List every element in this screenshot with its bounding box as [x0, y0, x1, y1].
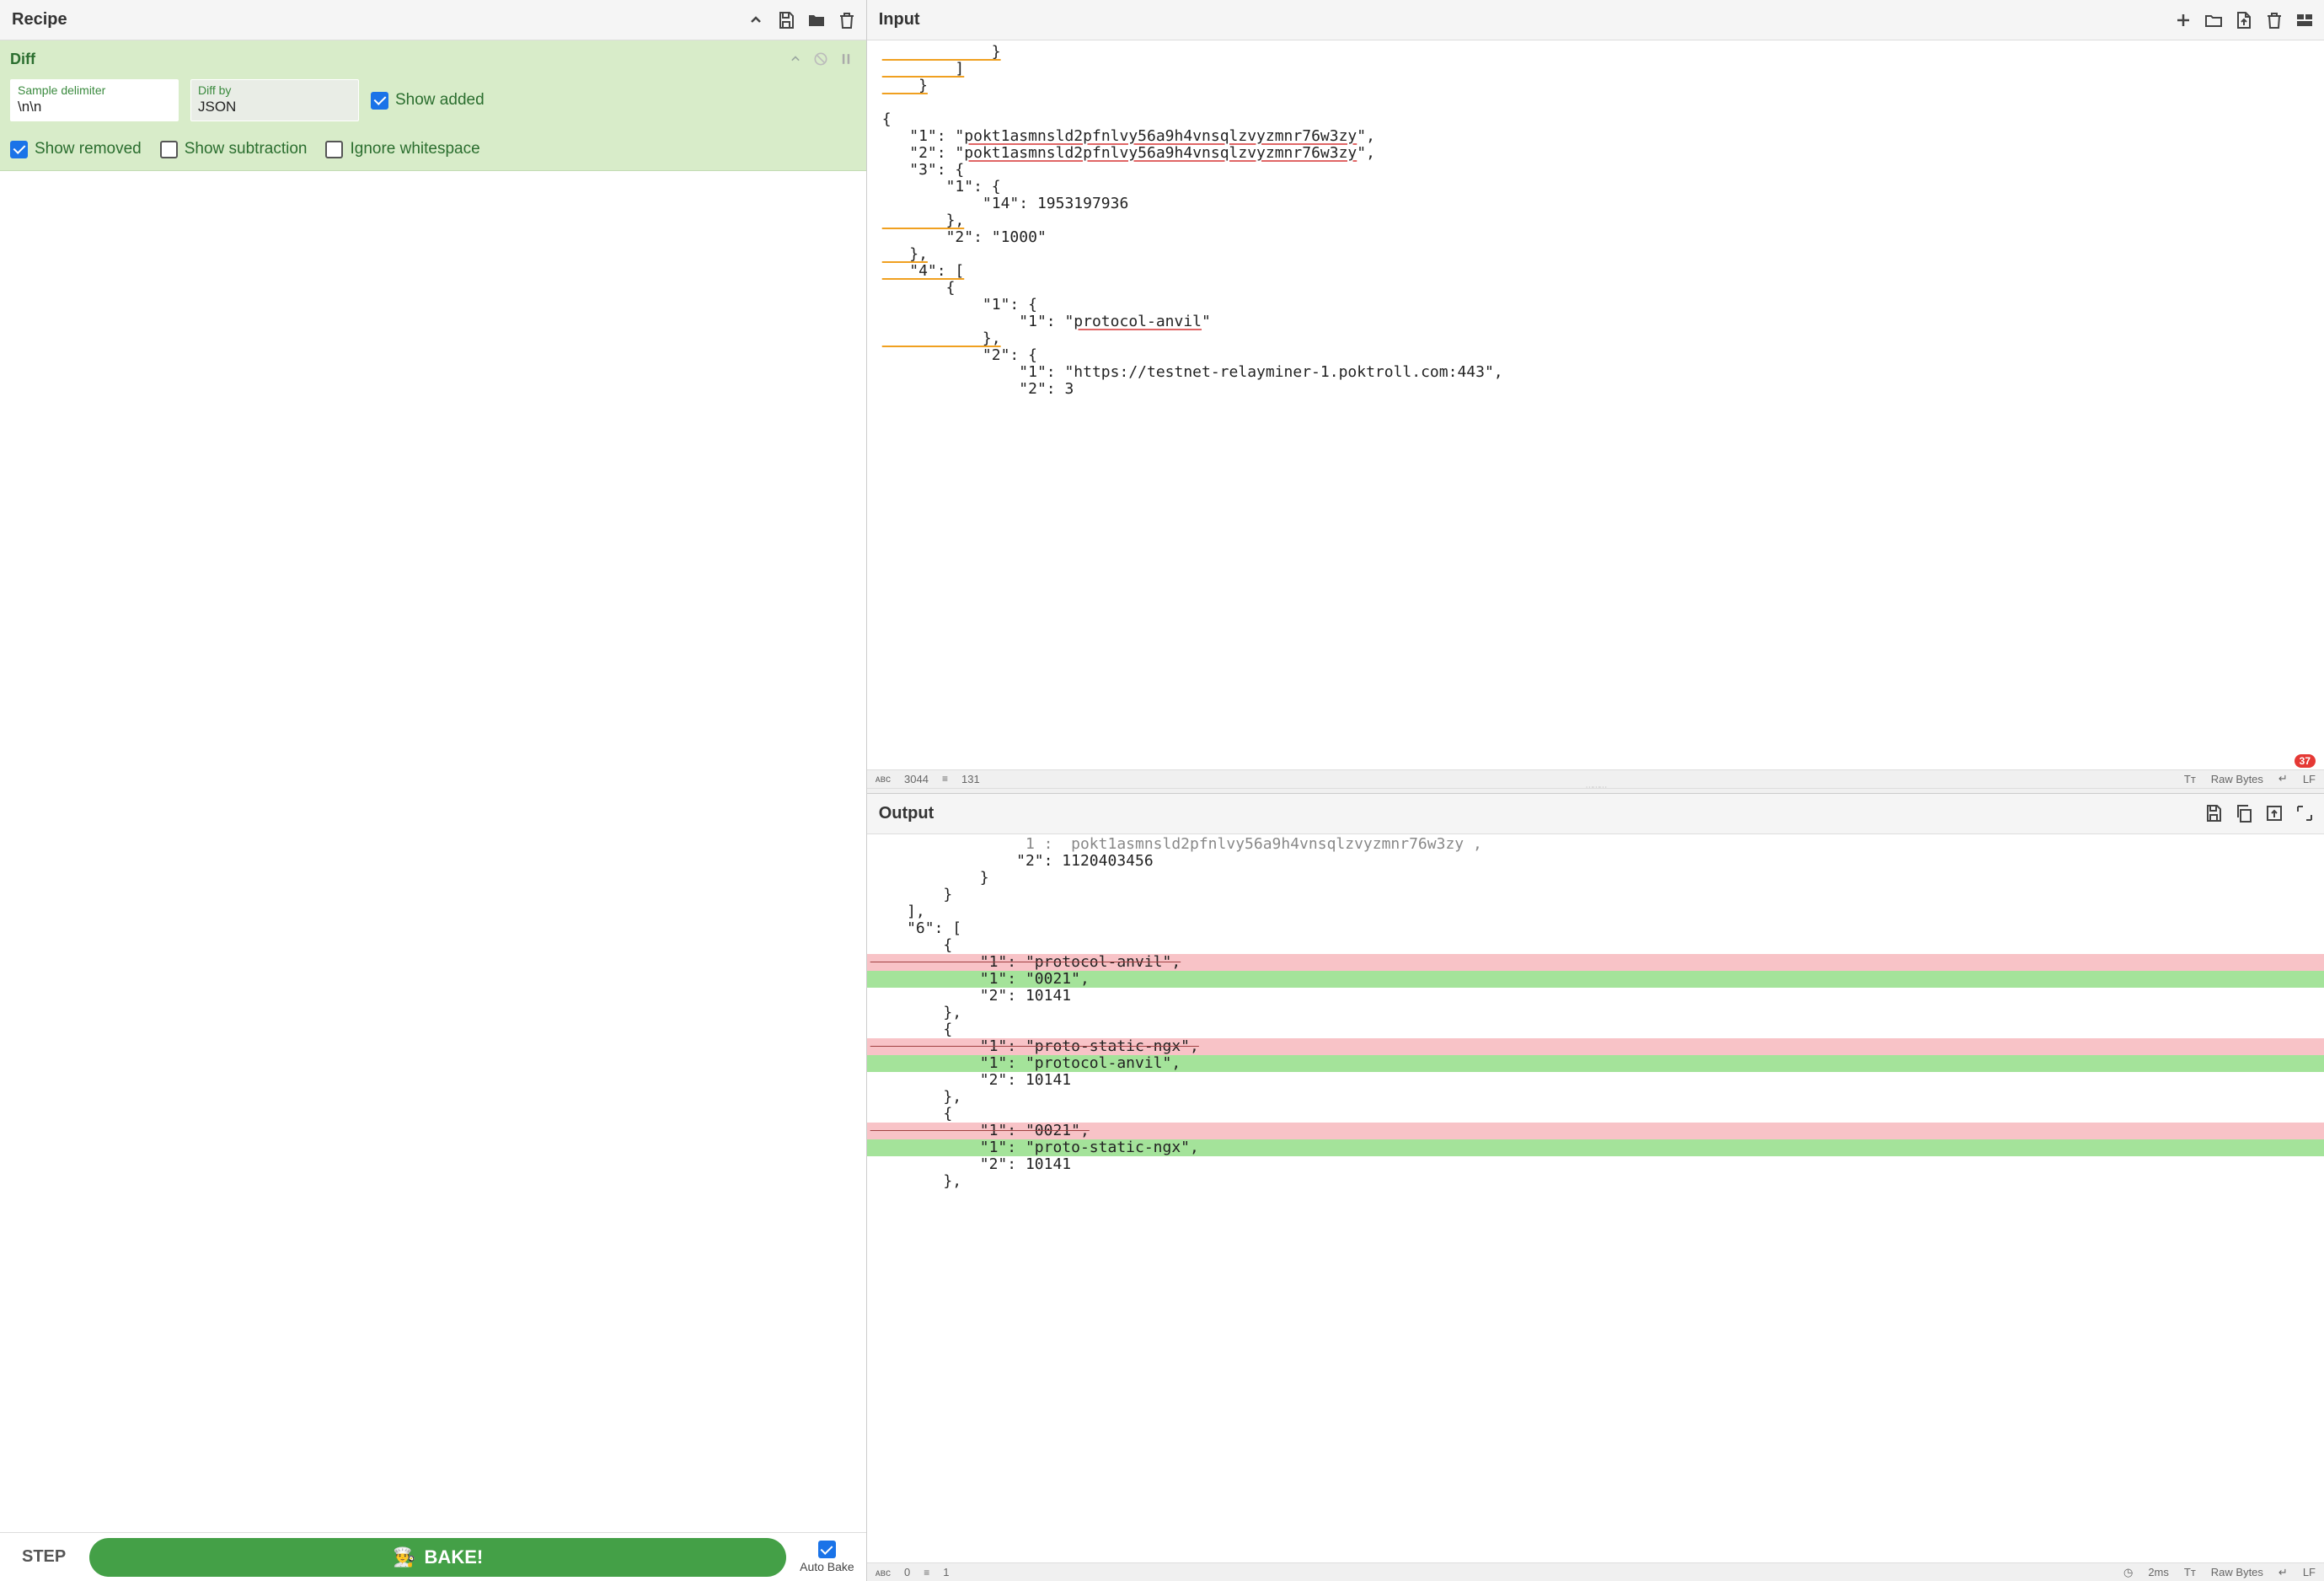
output-status-bar: ᴀʙᴄ 0 ≡ 1 ◷ 2ms Tᴛ Raw Bytes ↵ LF — [867, 1562, 2324, 1581]
add-input-tab-icon[interactable] — [2172, 9, 2194, 31]
input-section: Input } ] } { "1": "pokt1asmnsld2pfnlvy5… — [867, 0, 2324, 788]
bake-bar: STEP 👨‍🍳 BAKE! Auto Bake — [0, 1532, 866, 1581]
field-value: JSON — [198, 99, 351, 115]
auto-bake-toggle[interactable]: Auto Bake — [800, 1541, 854, 1573]
show-added-checkbox[interactable]: Show added — [371, 91, 485, 110]
output-header: Output — [867, 794, 2324, 834]
layout-icon[interactable] — [2294, 9, 2316, 31]
io-panel: Input } ] } { "1": "pokt1asmnsld2pfnlvy5… — [867, 0, 2324, 1581]
open-folder-icon[interactable] — [2203, 9, 2225, 31]
open-file-icon[interactable] — [2233, 9, 2255, 31]
folder-icon[interactable] — [806, 9, 827, 31]
input-editor[interactable]: } ] } { "1": "pokt1asmnsld2pfnlvy56a9h4v… — [867, 40, 2324, 769]
show-subtraction-checkbox[interactable]: Show subtraction — [160, 140, 308, 158]
clock-icon: ◷ — [2123, 1566, 2133, 1579]
sample-delimiter-field[interactable]: Sample delimiter \n\n — [10, 79, 179, 121]
collapse-recipe-icon[interactable] — [745, 9, 767, 31]
input-eol[interactable]: LF — [2303, 773, 2316, 785]
op-collapse-icon[interactable] — [785, 49, 806, 69]
op-pause-icon[interactable] — [836, 49, 856, 69]
lines-icon: ≡ — [924, 1567, 929, 1578]
return-icon: ↵ — [2278, 772, 2288, 785]
output-encoding[interactable]: Raw Bytes — [2211, 1566, 2263, 1578]
input-title: Input — [879, 10, 2172, 29]
trash-recipe-icon[interactable] — [836, 9, 858, 31]
save-output-icon[interactable] — [2203, 802, 2225, 824]
field-value: \n\n — [18, 99, 171, 115]
copy-output-icon[interactable] — [2233, 802, 2255, 824]
io-splitter[interactable] — [867, 788, 2324, 793]
recipe-header: Recipe — [0, 0, 866, 40]
output-time: 2ms — [2148, 1566, 2169, 1578]
input-line-count: 131 — [961, 773, 980, 785]
recipe-panel: Recipe Diff Sample delimiter \n\n Diff b… — [0, 0, 867, 1581]
chars-icon: ᴀʙᴄ — [876, 1567, 891, 1578]
chef-icon: 👨‍🍳 — [393, 1546, 415, 1568]
chars-icon: ᴀʙᴄ — [876, 773, 891, 785]
operation-diff[interactable]: Diff Sample delimiter \n\n Diff by JSON … — [0, 40, 866, 171]
output-line-count: 1 — [943, 1566, 949, 1578]
diff-by-field[interactable]: Diff by JSON — [190, 79, 359, 121]
trash-input-icon[interactable] — [2263, 9, 2285, 31]
recipe-title: Recipe — [12, 10, 745, 29]
input-header: Input — [867, 0, 2324, 40]
step-button[interactable]: STEP — [12, 1541, 76, 1573]
input-error-badge[interactable]: 37 — [2295, 754, 2316, 768]
case-icon[interactable]: Tᴛ — [2184, 773, 2196, 785]
input-char-count: 3044 — [904, 773, 929, 785]
output-char-count: 0 — [904, 1566, 910, 1578]
move-to-input-icon[interactable] — [2263, 802, 2285, 824]
op-disable-icon[interactable] — [811, 49, 831, 69]
output-eol[interactable]: LF — [2303, 1566, 2316, 1578]
field-label: Diff by — [198, 83, 351, 97]
output-title: Output — [879, 804, 2203, 823]
recipe-drop-area[interactable] — [0, 171, 866, 1532]
return-icon: ↵ — [2278, 1566, 2288, 1579]
show-removed-checkbox[interactable]: Show removed — [10, 140, 142, 158]
operation-title: Diff — [10, 51, 780, 68]
save-recipe-icon[interactable] — [775, 9, 797, 31]
output-viewer[interactable]: 1 : pokt1asmnsld2pfnlvy56a9h4vnsqlzvyzmn… — [867, 834, 2324, 1563]
output-section: Output 1 : pokt1asmnsld2pfnlvy56a9h4vnsq… — [867, 793, 2324, 1581]
input-encoding[interactable]: Raw Bytes — [2211, 773, 2263, 785]
ignore-whitespace-checkbox[interactable]: Ignore whitespace — [325, 140, 479, 158]
lines-icon: ≡ — [942, 773, 948, 785]
maximize-output-icon[interactable] — [2294, 802, 2316, 824]
bake-button[interactable]: 👨‍🍳 BAKE! — [89, 1538, 786, 1577]
case-icon[interactable]: Tᴛ — [2184, 1566, 2196, 1578]
field-label: Sample delimiter — [18, 83, 171, 97]
